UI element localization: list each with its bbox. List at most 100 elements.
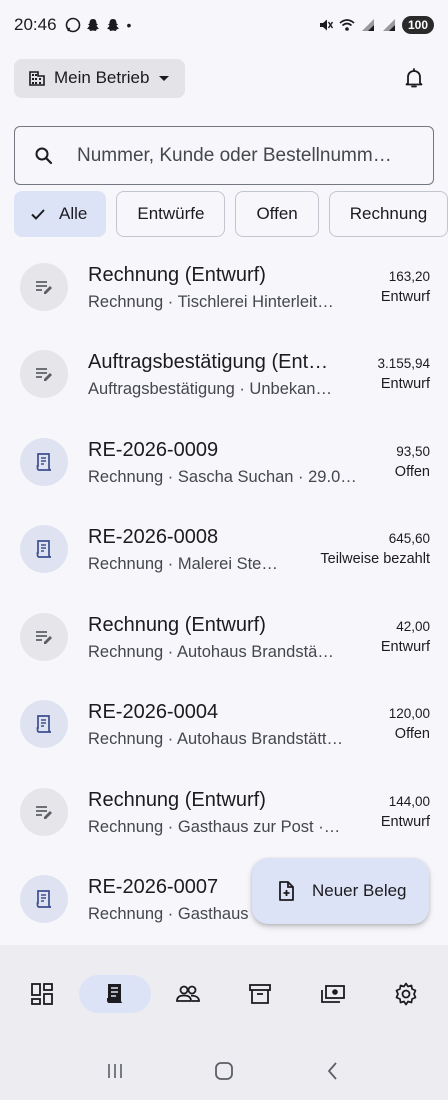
search-field[interactable] xyxy=(14,126,434,185)
new-document-button[interactable]: Neuer Beleg xyxy=(252,858,429,924)
list-item-meta: 3.155,94 Entwurf xyxy=(377,355,430,393)
status-dot: • xyxy=(126,17,132,33)
draft-avatar xyxy=(20,787,68,836)
nav-archive[interactable] xyxy=(224,975,297,1013)
system-navigation xyxy=(0,1042,448,1100)
filter-chip-label: Rechnung xyxy=(349,204,428,223)
business-selector[interactable]: Mein Betrieb xyxy=(14,58,186,98)
draft-avatar xyxy=(20,612,68,661)
draft-avatar xyxy=(20,262,68,311)
document-title: RE-2026-0008 xyxy=(88,526,219,549)
draft-avatar xyxy=(20,350,68,399)
notifications-button[interactable] xyxy=(394,58,434,98)
list-item-meta: 120,00 Offen xyxy=(389,705,430,743)
bottom-navigation xyxy=(0,945,448,1042)
edit-note-icon xyxy=(36,630,52,644)
list-item-text: RE-2026-0004 Rechnung · Autohaus Brandst… xyxy=(88,699,375,749)
list-item-text: Rechnung (Entwurf) Rechnung · Autohaus B… xyxy=(88,612,367,662)
home-icon[interactable] xyxy=(212,1059,236,1083)
nav-settings[interactable] xyxy=(369,975,442,1013)
list-item[interactable]: RE-2026-0008 Rechnung · Malerei Ste… 645… xyxy=(0,506,448,594)
edit-note-icon xyxy=(36,805,52,819)
search-icon xyxy=(35,147,53,164)
system-icons: 100 xyxy=(318,16,434,34)
edit-note-icon xyxy=(36,368,52,382)
list-item-text: RE-2026-0009 Rechnung · Sascha Suchan · … xyxy=(88,437,381,487)
nav-customers[interactable] xyxy=(151,975,224,1013)
filter-chip-label: Alle xyxy=(59,204,88,223)
list-item-text: Rechnung (Entwurf) Rechnung · Tischlerei… xyxy=(88,262,367,312)
filter-chip-rechnung[interactable]: Rechnung xyxy=(328,191,448,237)
archive-icon xyxy=(249,983,272,1004)
receipt-icon xyxy=(36,452,52,471)
nav-payments[interactable] xyxy=(297,975,370,1013)
invoice-avatar xyxy=(20,525,68,574)
settings-icon xyxy=(395,982,417,1005)
dashboard-icon xyxy=(31,982,54,1005)
document-subtitle: Rechnung · Malerei Ste… xyxy=(88,555,278,574)
document-amount: 120,00 xyxy=(388,706,430,722)
list-item-meta: 42,00 Entwurf xyxy=(381,618,430,656)
document-title: Rechnung (Entwurf) xyxy=(88,788,266,811)
document-status: Teilweise bezahlt xyxy=(320,551,430,568)
list-item-meta: 645,60 Teilweise bezahlt xyxy=(320,530,430,568)
mute-icon xyxy=(319,19,334,31)
add-document-icon xyxy=(279,881,294,901)
check-icon xyxy=(31,209,45,220)
filter-chips: Alle Entwürfe Offen Rechnung xyxy=(14,191,448,237)
list-item-text: RE-2026-0008 Rechnung · Malerei Ste… xyxy=(88,524,306,574)
top-app-bar: Mein Betrieb xyxy=(14,58,434,98)
document-amount: 93,50 xyxy=(396,443,430,459)
document-subtitle: Rechnung · Sascha Suchan · 29.0… xyxy=(88,467,357,486)
document-amount: 645,60 xyxy=(388,531,430,547)
filter-chip-entwuerfe[interactable]: Entwürfe xyxy=(116,191,226,237)
document-title: Rechnung (Entwurf) xyxy=(88,263,266,286)
list-item-meta: 163,20 Entwurf xyxy=(381,268,430,306)
nav-dashboard[interactable] xyxy=(6,975,79,1013)
receipt-icon xyxy=(107,983,123,1003)
edit-note-icon xyxy=(36,280,52,294)
list-item[interactable]: Auftragsbestätigung (Ent… Auftragsbestät… xyxy=(0,331,448,419)
document-subtitle: Rechnung · Autohaus Brandstä… xyxy=(88,642,334,661)
list-item-meta: 144,00 Entwurf xyxy=(381,793,430,831)
wifi-icon xyxy=(339,19,355,31)
nav-documents[interactable] xyxy=(78,974,152,1013)
filter-chip-alle[interactable]: Alle xyxy=(14,191,107,237)
document-status: Offen xyxy=(394,726,430,743)
list-item[interactable]: Rechnung (Entwurf) Rechnung · Tischlerei… xyxy=(0,243,448,331)
battery-indicator: 100 xyxy=(401,16,434,34)
recent-apps-icon[interactable] xyxy=(103,1059,127,1083)
notification-icons xyxy=(65,17,121,33)
list-item-text: Rechnung (Entwurf) Rechnung · Gasthaus z… xyxy=(88,787,367,837)
document-title: Rechnung (Entwurf) xyxy=(88,613,266,636)
document-amount: 3.155,94 xyxy=(377,356,430,372)
document-title: RE-2026-0004 xyxy=(88,701,219,724)
filter-chip-offen[interactable]: Offen xyxy=(235,191,319,237)
back-icon[interactable] xyxy=(321,1059,345,1083)
list-item[interactable]: Rechnung (Entwurf) Rechnung · Gasthaus z… xyxy=(0,768,448,856)
customers-icon xyxy=(175,985,200,1002)
snapchat-icon xyxy=(86,19,99,31)
document-amount: 163,20 xyxy=(388,268,430,284)
document-subtitle: Rechnung · Autohaus Brandstätt… xyxy=(88,730,343,749)
list-item-text: Auftragsbestätigung (Ent… Auftragsbestät… xyxy=(88,349,363,399)
business-selector-label: Mein Betrieb xyxy=(54,68,150,87)
snapchat-icon xyxy=(106,19,119,31)
invoice-avatar xyxy=(20,437,68,486)
whatsapp-icon xyxy=(65,17,80,33)
filter-chip-label: Offen xyxy=(256,204,298,223)
status-bar: 20:46 • 100 xyxy=(0,0,448,50)
filter-chip-label: Entwürfe xyxy=(137,204,205,223)
document-title: Auftragsbestätigung (Ent… xyxy=(88,351,329,374)
document-title: RE-2026-0009 xyxy=(88,438,219,461)
document-subtitle: Rechnung · Gasthaus zur Post ·… xyxy=(88,817,341,836)
invoice-avatar xyxy=(20,700,68,749)
search-input[interactable] xyxy=(77,144,417,167)
list-item-meta: 93,50 Offen xyxy=(395,443,430,481)
list-item[interactable]: RE-2026-0009 Rechnung · Sascha Suchan · … xyxy=(0,418,448,506)
document-amount: 42,00 xyxy=(396,618,430,634)
list-item[interactable]: RE-2026-0004 Rechnung · Autohaus Brandst… xyxy=(0,681,448,769)
invoice-avatar xyxy=(20,875,68,924)
building-icon xyxy=(29,71,45,86)
list-item[interactable]: Rechnung (Entwurf) Rechnung · Autohaus B… xyxy=(0,593,448,681)
